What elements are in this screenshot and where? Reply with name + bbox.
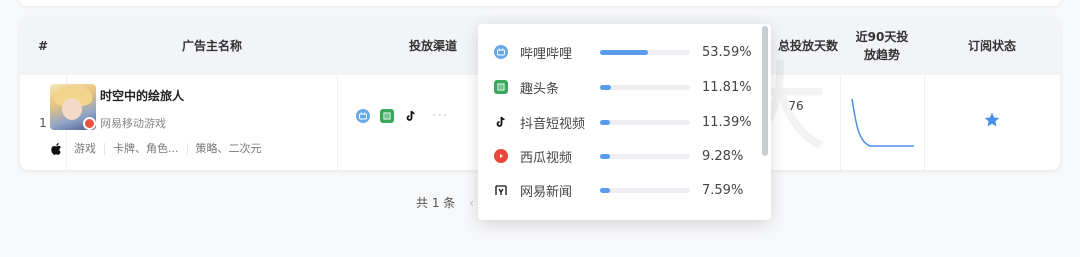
header-advertiser: 广告主名称: [181, 39, 242, 53]
share-bar: [600, 49, 690, 55]
popover-label: 抖音短视频: [520, 116, 586, 132]
share-bar-fill: [600, 84, 611, 90]
share-bar-fill: [600, 187, 610, 193]
popover-item[interactable]: 哔哩哔哩 53.59%: [478, 35, 763, 69]
popover-item[interactable]: 西瓜视频 9.28%: [478, 139, 763, 173]
subscribe-star-icon[interactable]: [983, 111, 1001, 129]
tag-genre: 卡牌、角色...: [104, 143, 187, 155]
bilibili-icon[interactable]: [356, 109, 370, 123]
avatar-face: [62, 98, 82, 120]
previous-card-edge: [20, 0, 1060, 6]
popover-fade: [478, 198, 771, 220]
bilibili-icon: [494, 45, 508, 59]
advertiser-name[interactable]: 时空中的绘旅人: [100, 87, 184, 104]
popover-item[interactable]: 抖音短视频 11.39%: [478, 105, 763, 139]
trend-line: [851, 98, 914, 147]
share-bar: [600, 153, 690, 159]
share-bar-fill: [600, 49, 648, 55]
pagination-prev[interactable]: ‹: [469, 196, 474, 210]
share-bar-fill: [600, 119, 610, 125]
tag-style: 策略、二次元: [186, 143, 270, 155]
popover-label: 哔哩哔哩: [520, 46, 573, 62]
douyin-icon: [494, 115, 508, 129]
share-bar: [600, 119, 690, 125]
channel-distribution-popover[interactable]: 哔哩哔哩 53.59% 趣头条 11.81% 抖音短视频 11.39% 西瓜视频: [478, 24, 771, 220]
douyin-icon[interactable]: [404, 109, 418, 123]
more-channels[interactable]: ···: [432, 108, 448, 124]
header-subscribe: 订阅状态: [967, 39, 1016, 53]
popover-item[interactable]: 趣头条 11.81%: [478, 70, 763, 104]
pagination-total: 共 1 条: [416, 196, 456, 210]
total-days: 76: [788, 98, 804, 113]
xigua-icon: [494, 149, 508, 163]
popover-percent: 11.81%: [702, 79, 752, 95]
advertiser-avatar[interactable]: [50, 84, 96, 130]
tag-category: 游戏: [74, 142, 96, 155]
qutoutiao-icon: [494, 80, 508, 94]
apple-icon: [51, 143, 61, 155]
advertiser-tags: 游戏 卡牌、角色... 策略、二次元: [50, 142, 270, 156]
popover-percent: 53.59%: [702, 44, 752, 60]
header-index: #: [37, 39, 49, 53]
popover-label: 西瓜视频: [520, 150, 573, 166]
pagination: 共 1 条 ‹: [416, 194, 474, 211]
advertiser-company: 网易移动游戏: [100, 117, 166, 130]
popover-scrollbar[interactable]: [762, 26, 768, 156]
popover-percent: 9.28%: [702, 148, 744, 164]
qutoutiao-icon[interactable]: [380, 109, 394, 123]
popover-label: 趣头条: [520, 81, 560, 97]
netease-news-icon: [494, 183, 508, 197]
page: # 广告主名称 投放渠道 总投放天数 近90天投放趋势 订阅状态 1 时空中的绘…: [0, 0, 1080, 257]
popover-percent: 7.59%: [702, 182, 744, 198]
share-bar-fill: [600, 153, 610, 159]
popover-percent: 11.39%: [702, 114, 752, 130]
trend-sparkline[interactable]: [848, 93, 918, 153]
header-trend: 近90天投放趋势: [855, 30, 909, 62]
popover-label: 网易新闻: [520, 184, 573, 200]
avatar-badge: [83, 117, 96, 130]
channel-icons[interactable]: ···: [356, 108, 448, 124]
share-bar: [600, 84, 690, 90]
share-bar: [600, 187, 690, 193]
